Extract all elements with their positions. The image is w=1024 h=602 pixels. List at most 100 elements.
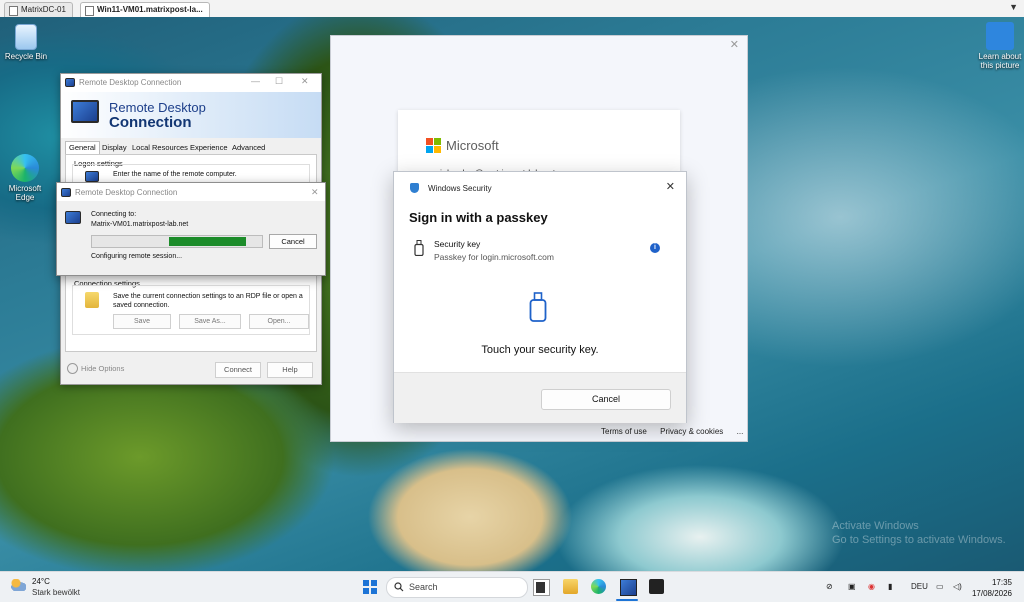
taskbar-search[interactable]: Search (386, 577, 528, 598)
chevron-up-icon[interactable] (67, 363, 78, 374)
maximize-icon[interactable]: ☐ (275, 76, 283, 87)
desktop-icon-label: Recycle Bin (4, 52, 48, 61)
rdc-banner-line1: Remote Desktop (109, 100, 206, 115)
touch-instruction: Touch your security key. (481, 344, 599, 356)
chevron-down-icon[interactable]: ▼ (1009, 2, 1018, 12)
connection-progress-bar (91, 235, 263, 248)
cancel-button[interactable]: Cancel (269, 234, 317, 249)
connecting-dialog: Remote Desktop Connection ✕ Connecting t… (56, 182, 326, 276)
logon-hint: Enter the name of the remote computer. (113, 171, 237, 178)
desktop-icon-recycle-bin[interactable]: Recycle Bin (0, 24, 52, 61)
connection-hint: Save the current connection settings to … (113, 293, 303, 309)
save-button[interactable]: Save (113, 314, 171, 329)
eye-off-icon[interactable]: ⊘ (826, 582, 833, 591)
cancel-button[interactable]: Cancel (541, 389, 671, 410)
hide-options-link[interactable]: Hide Options (81, 364, 124, 373)
security-key-subtitle: Passkey for login.microsoft.com (434, 252, 554, 262)
usb-tray-icon[interactable]: ▮ (888, 582, 892, 591)
close-icon[interactable]: ✕ (311, 187, 319, 198)
host-tab-label: Win11-VM01.matrixpost-la... (97, 5, 203, 14)
tab-display[interactable]: Display (99, 142, 130, 154)
terminal-icon[interactable] (649, 579, 664, 594)
open-button[interactable]: Open... (249, 314, 309, 329)
rdc-titlebar[interactable]: Remote Desktop Connection — ☐ ✕ (61, 74, 321, 92)
file-explorer-icon[interactable] (563, 579, 578, 594)
connecting-status: Configuring remote session... (91, 253, 183, 260)
tab-general[interactable]: General (65, 141, 100, 154)
search-icon (394, 582, 404, 592)
connecting-dialog-titlebar[interactable]: Remote Desktop Connection ✕ (57, 183, 325, 201)
host-tab-label: MatrixDC-01 (21, 5, 66, 14)
close-icon[interactable]: ✕ (301, 76, 309, 87)
connecting-dialog-title: Remote Desktop Connection (75, 188, 178, 197)
edge-icon[interactable] (591, 579, 606, 594)
security-key-title: Security key (434, 239, 481, 249)
signin-footer: Terms of use Privacy & cookies ... (601, 427, 743, 436)
more-options-icon[interactable]: ... (737, 427, 744, 436)
speaker-icon[interactable]: ◁) (953, 582, 962, 591)
info-icon[interactable]: i (650, 243, 660, 253)
windows-security-title: Windows Security (428, 184, 492, 193)
microsoft-brand: Microsoft (446, 138, 499, 153)
learn-picture-icon (986, 22, 1014, 50)
tab-experience[interactable]: Experience (187, 142, 231, 154)
connection-progress-fill (169, 237, 246, 246)
keyboard-icon[interactable]: ▣ (848, 582, 856, 591)
weather-condition: Stark bewölkt (32, 588, 81, 597)
activate-windows-watermark: Activate Windows Go to Settings to activ… (832, 519, 1006, 547)
remote-desktop-monitor-icon (65, 211, 81, 224)
search-placeholder: Search (409, 582, 438, 592)
rdc-app-icon (65, 78, 75, 87)
desktop-icon-label: Learn about this picture (978, 52, 1022, 70)
windows-security-footer: Cancel (394, 372, 686, 423)
save-as-button[interactable]: Save As... (179, 314, 241, 329)
host-tab-matrixdc[interactable]: MatrixDC-01 (4, 2, 73, 17)
shield-icon (410, 183, 419, 193)
desktop-icon-learn-picture[interactable]: Learn about this picture (974, 22, 1024, 70)
recycle-bin-icon (15, 24, 37, 50)
privacy-link[interactable]: Privacy & cookies (660, 427, 723, 436)
rdc-bottom-bar: Hide Options Connect Help (61, 354, 321, 384)
clock-time: 17:35 (991, 578, 1012, 587)
computer-icon (85, 171, 99, 182)
page-icon (85, 6, 94, 16)
passkey-heading: Sign in with a passkey (409, 210, 548, 225)
tab-local-resources[interactable]: Local Resources (129, 142, 191, 154)
remote-desktop-monitor-icon (71, 100, 99, 123)
cloud-icon (10, 579, 26, 591)
microsoft-logo-icon (426, 138, 441, 153)
connecting-to-label: Connecting to: (91, 211, 137, 218)
host-tab-bar: MatrixDC-01 Win11-VM01.matrixpost-la... … (0, 0, 1024, 18)
help-button[interactable]: Help (267, 362, 313, 378)
start-button[interactable] (363, 580, 377, 594)
connection-settings-group: Save the current connection settings to … (72, 285, 310, 335)
watermark-line1: Activate Windows (832, 520, 919, 532)
security-tray-icon[interactable]: ◉ (868, 582, 875, 591)
connecting-host: Matrix-VM01.matrixpost-lab.net (91, 221, 189, 228)
usb-key-icon (414, 240, 424, 256)
host-tab-win11[interactable]: Win11-VM01.matrixpost-la... (80, 2, 210, 17)
minimize-icon[interactable]: — (251, 76, 260, 86)
remote-desktop-taskbar-icon[interactable] (620, 579, 637, 596)
task-view-icon[interactable] (533, 579, 550, 596)
edge-icon (11, 154, 39, 182)
watermark-line2: Go to Settings to activate Windows. (832, 534, 1006, 546)
desktop-icon-edge[interactable]: Microsoft Edge (0, 154, 51, 202)
language-indicator[interactable]: DEU (911, 582, 928, 591)
rdc-banner: Remote Desktop Connection (61, 92, 321, 138)
taskbar: 24°C Stark bewölkt Search ⊘ ▣ ◉ ▮ DEU ▭ … (0, 571, 1024, 602)
terms-link[interactable]: Terms of use (601, 427, 647, 436)
page-icon (9, 6, 18, 16)
close-icon[interactable]: ✕ (666, 180, 675, 193)
weather-temp: 24°C (32, 577, 50, 586)
close-icon[interactable]: ✕ (730, 38, 739, 51)
rdc-banner-line2: Connection (109, 114, 192, 131)
desktop-icon-label: Microsoft Edge (8, 184, 42, 202)
tab-advanced[interactable]: Advanced (229, 142, 268, 154)
folder-icon (85, 292, 99, 308)
connect-button[interactable]: Connect (215, 362, 261, 378)
network-icon[interactable]: ▭ (936, 582, 944, 591)
rdc-app-icon (61, 188, 71, 197)
clock[interactable]: 17:35 17/08/2026 (972, 577, 1012, 599)
windows-security-dialog: Windows Security ✕ Sign in with a passke… (393, 171, 687, 423)
